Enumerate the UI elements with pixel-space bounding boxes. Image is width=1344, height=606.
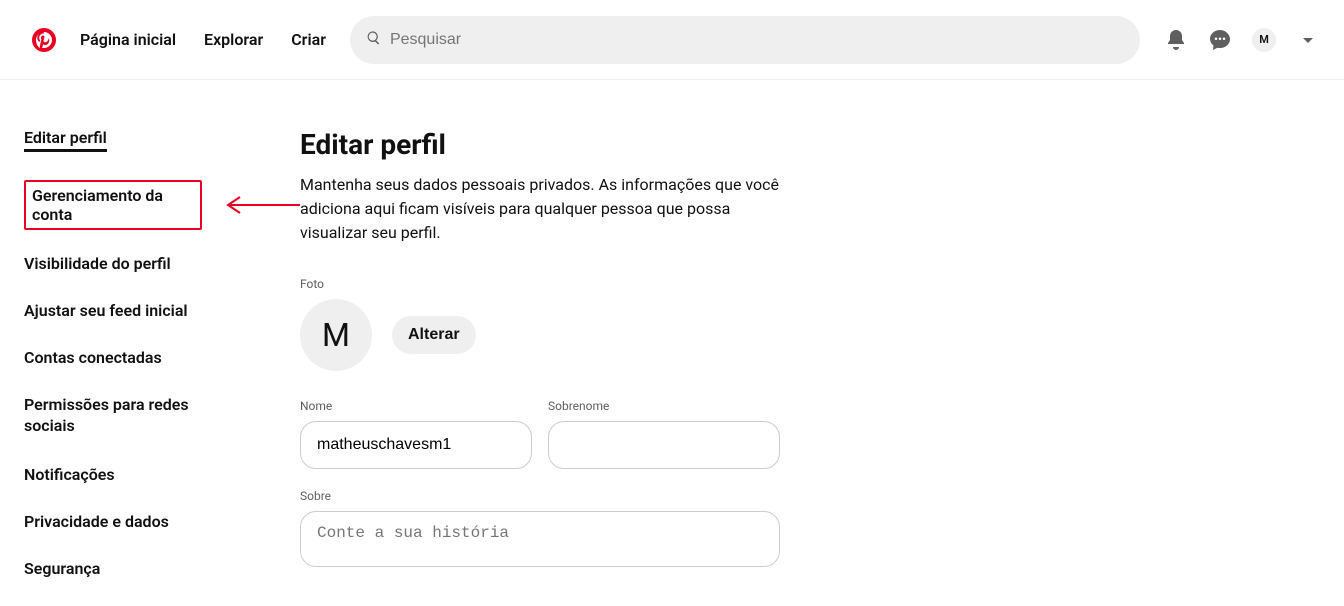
photo-row: M Alterar	[300, 299, 900, 371]
photo-label: Foto	[300, 277, 900, 291]
chevron-down-icon[interactable]	[1296, 28, 1320, 52]
search-input[interactable]	[390, 31, 1124, 49]
search-container	[350, 16, 1140, 64]
content: Editar perfil Gerenciamento da conta Vis…	[0, 80, 1344, 606]
pinterest-logo[interactable]	[32, 28, 56, 52]
search-icon	[366, 30, 390, 50]
sidebar-item-profile-visibility[interactable]: Visibilidade do perfil	[24, 254, 171, 273]
sidebar-item-edit-profile[interactable]: Editar perfil	[24, 128, 107, 152]
avatar-large: M	[300, 299, 372, 371]
surname-input[interactable]	[548, 421, 780, 469]
sidebar-item-social-permissions[interactable]: Permissões para redes sociais	[24, 395, 224, 437]
about-label: Sobre	[300, 489, 900, 503]
nav-links: Página inicial Explorar Criar	[80, 30, 326, 49]
topbar: Página inicial Explorar Criar M	[0, 0, 1344, 80]
sidebar-item-tune-feed[interactable]: Ajustar seu feed inicial	[24, 301, 188, 320]
sidebar-item-account-management[interactable]: Gerenciamento da conta	[24, 180, 202, 230]
sidebar-item-connected-accounts[interactable]: Contas conectadas	[24, 348, 162, 367]
search-bar[interactable]	[350, 16, 1140, 64]
name-label: Nome	[300, 399, 532, 413]
change-photo-button[interactable]: Alterar	[392, 316, 476, 354]
sidebar-item-notifications[interactable]: Notificações	[24, 465, 115, 484]
about-textarea[interactable]	[300, 511, 780, 567]
avatar-small[interactable]: M	[1252, 28, 1276, 52]
nav-home[interactable]: Página inicial	[80, 30, 176, 49]
name-row: Nome Sobrenome	[300, 399, 900, 469]
main-panel: Editar perfil Mantenha seus dados pessoa…	[300, 128, 900, 606]
surname-label: Sobrenome	[548, 399, 780, 413]
arrow-annotation-icon	[220, 195, 300, 215]
page-description: Mantenha seus dados pessoais privados. A…	[300, 173, 790, 245]
sidebar: Editar perfil Gerenciamento da conta Vis…	[0, 128, 300, 606]
sidebar-item-security[interactable]: Segurança	[24, 559, 100, 578]
bell-icon[interactable]	[1164, 28, 1188, 52]
name-input[interactable]	[300, 421, 532, 469]
chat-icon[interactable]	[1208, 28, 1232, 52]
nav-explore[interactable]: Explorar	[204, 30, 263, 49]
page-title: Editar perfil	[300, 128, 900, 161]
nav-create[interactable]: Criar	[291, 30, 326, 49]
top-icons: M	[1164, 28, 1320, 52]
sidebar-item-privacy-data[interactable]: Privacidade e dados	[24, 512, 169, 531]
